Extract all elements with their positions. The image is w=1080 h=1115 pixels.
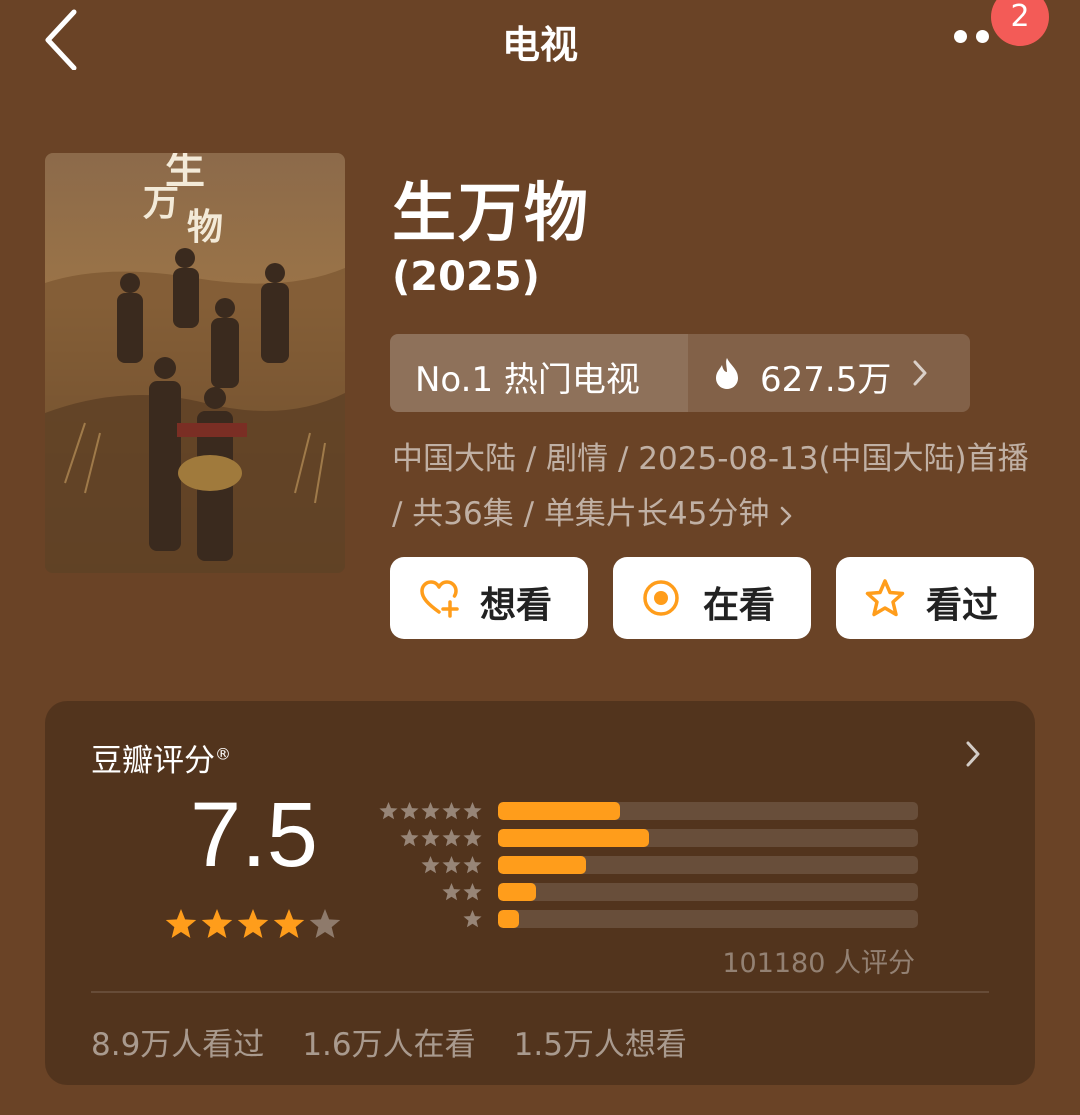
watched-button[interactable]: 看过 — [836, 557, 1034, 639]
row-stars-icon — [421, 856, 482, 874]
registered-mark: ® — [215, 744, 231, 764]
rating-card: 豆瓣评分® 7.5 101180 人评分 8.9万人看过 1.6万人在看 1.5万人… — [45, 701, 1035, 1085]
heart-plus-icon — [420, 580, 459, 618]
heat-value: 627.5万 — [760, 360, 892, 400]
star-empty-icon — [309, 909, 341, 938]
star-filled-icon — [273, 909, 305, 938]
chevron-right-icon[interactable] — [963, 739, 983, 769]
divider — [91, 991, 989, 993]
stat-want[interactable]: 1.5万人想看 — [514, 1027, 687, 1063]
rating-bar-track — [498, 883, 918, 901]
rating-count: 101180 人评分 — [722, 948, 915, 979]
show-title: 生万物 — [392, 177, 590, 251]
star-filled-icon — [237, 909, 269, 938]
stat-watching[interactable]: 1.6万人在看 — [302, 1027, 475, 1063]
rank-label: No.1 热门电视 — [415, 360, 640, 400]
poster-image[interactable]: 生 万 物 — [45, 153, 345, 573]
rating-score: 7.5 — [190, 784, 318, 886]
rating-row-3-star — [375, 856, 920, 874]
rating-row-5-star — [375, 802, 920, 820]
star-filled-icon — [165, 909, 197, 938]
fire-icon — [716, 358, 738, 389]
rating-bar-fill — [498, 883, 536, 901]
rating-bar-track — [498, 910, 918, 928]
show-year: (2025) — [392, 254, 540, 300]
rating-bar-track — [498, 829, 918, 847]
show-meta[interactable]: 中国大陆 / 剧情 / 2025-08-13(中国大陆)首播 / 共36集 / … — [392, 432, 1042, 542]
rating-bar-fill — [498, 829, 650, 847]
want-label: 想看 — [480, 585, 553, 626]
rating-row-2-star — [375, 883, 920, 901]
meta-text: 中国大陆 / 剧情 / 2025-08-13(中国大陆)首播 / 共36集 / … — [392, 441, 1029, 532]
row-stars-icon — [400, 829, 482, 847]
star-filled-icon — [201, 909, 233, 938]
row-stars-icon — [379, 802, 482, 820]
want-to-watch-button[interactable]: 想看 — [390, 557, 588, 639]
rating-brand-text: 豆瓣评分 — [91, 743, 215, 779]
page-title: 电视 — [501, 23, 578, 67]
star-outline-icon — [865, 579, 905, 617]
watch-stats: 8.9万人看过 1.6万人在看 1.5万人想看 — [91, 1019, 725, 1064]
rank-heat-pill[interactable]: No.1 热门电视 627.5万 — [390, 334, 970, 412]
watching-label: 在看 — [703, 585, 776, 626]
rating-bar-track — [498, 856, 918, 874]
rating-bar-fill — [498, 856, 587, 874]
score-stars — [165, 909, 341, 938]
rating-row-4-star — [375, 829, 920, 847]
watched-label: 看过 — [926, 585, 999, 626]
chevron-right-icon — [781, 506, 792, 525]
rating-bar-fill — [498, 802, 620, 820]
svg-text:万: 万 — [143, 182, 179, 224]
stat-watched[interactable]: 8.9万人看过 — [91, 1027, 264, 1063]
watching-button[interactable]: 在看 — [613, 557, 811, 639]
target-icon — [643, 580, 679, 616]
rating-bar-track — [498, 802, 918, 820]
row-stars-icon — [463, 910, 482, 928]
row-stars-icon — [442, 883, 482, 901]
rating-brand[interactable]: 豆瓣评分® — [91, 735, 231, 780]
more-dot-icon — [976, 30, 989, 43]
svg-text:物: 物 — [187, 206, 223, 248]
rating-row-1-star — [375, 910, 920, 928]
more-dot-icon — [954, 30, 967, 43]
chevron-right-icon — [913, 360, 927, 386]
rating-bar-fill — [498, 910, 519, 928]
top-bar: 电视 2 — [0, 0, 1080, 80]
